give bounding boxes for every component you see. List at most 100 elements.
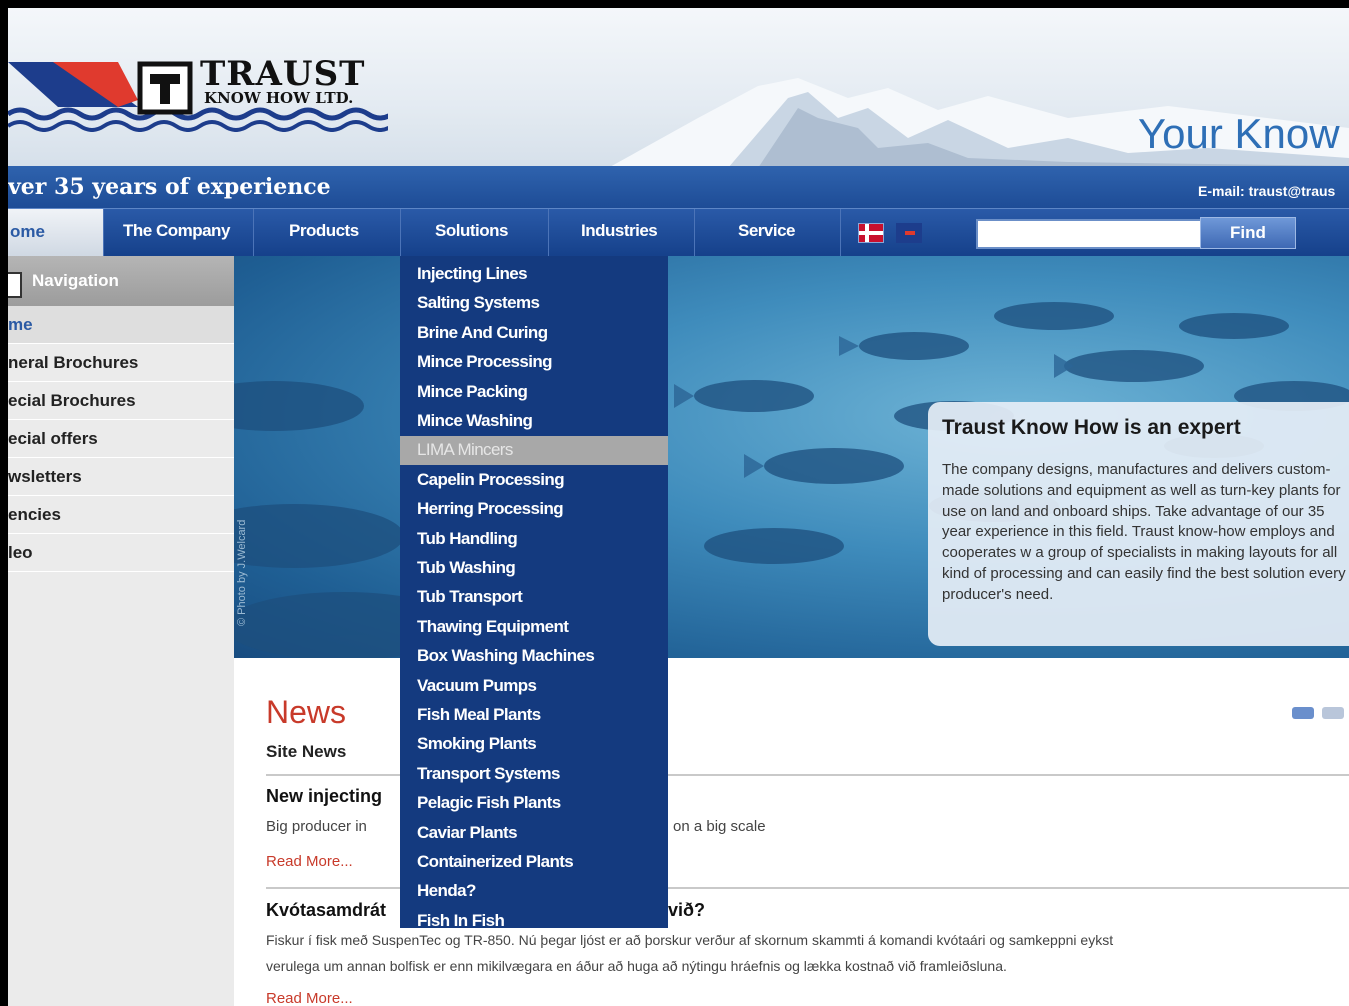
news-item-text-continued: on a big scale (673, 818, 766, 835)
sidebar-item-newsletters[interactable]: wsletters (8, 458, 234, 496)
dropdown-item-capelin-processing[interactable]: Capelin Processing (400, 466, 668, 495)
dropdown-item-fish-meal-plants[interactable]: Fish Meal Plants (400, 701, 668, 730)
document-icon (8, 272, 22, 298)
sidebar-item-special-offers[interactable]: ecial offers (8, 420, 234, 458)
nav-industries[interactable]: Industries (581, 221, 658, 241)
dropdown-item-tub-washing[interactable]: Tub Washing (400, 554, 668, 583)
dropdown-item-pelagic-fish-plants[interactable]: Pelagic Fish Plants (400, 789, 668, 818)
read-more-link[interactable]: Read More... (266, 853, 353, 870)
dropdown-item-mince-packing[interactable]: Mince Packing (400, 378, 668, 407)
nav-separator (694, 209, 695, 257)
sidebar-item-label: neral Brochures (8, 353, 139, 372)
dropdown-item-label: Henda? (417, 881, 476, 901)
find-button[interactable]: Find (1200, 217, 1296, 249)
dropdown-item-label: Transport Systems (417, 763, 560, 783)
search-input[interactable] (976, 219, 1202, 249)
dropdown-item-label: Containerized Plants (417, 852, 574, 871)
email-icon[interactable] (1322, 707, 1345, 719)
dropdown-item-smoking-plants[interactable]: Smoking Plants (400, 730, 668, 759)
dropdown-item-herring-processing[interactable]: Herring Processing (400, 495, 668, 524)
nav-home-label: ome (10, 222, 45, 241)
dropdown-item-label: Mince Packing (417, 381, 528, 401)
intro-box: Traust Know How is an expert The company… (928, 402, 1349, 646)
dropdown-item-label: Fish In Fish (417, 910, 505, 930)
experience-strip: ver 35 years of experience E-mail: traus… (8, 166, 1349, 212)
dropdown-item-injecting-lines[interactable]: Injecting Lines (400, 260, 668, 289)
dropdown-item-henda[interactable]: Henda? (400, 877, 668, 906)
dropdown-item-containerized-plants[interactable]: Containerized Plants (400, 848, 668, 877)
nav-separator (103, 209, 104, 257)
dropdown-item-box-washing-machines[interactable]: Box Washing Machines (400, 642, 668, 671)
sidebar-item-label: me (8, 315, 33, 334)
intro-title: Traust Know How is an expert (942, 416, 1241, 439)
header-tagline: Your Know (1138, 110, 1340, 157)
dropdown-item-label: Vacuum Pumps (417, 675, 537, 695)
english-flag-icon[interactable] (896, 223, 922, 243)
dropdown-item-label: Pelagic Fish Plants (417, 793, 561, 813)
dropdown-item-label: Smoking Plants (417, 734, 537, 754)
dropdown-item-label: Box Washing Machines (417, 646, 595, 666)
logo-wordmark: TRAUST (200, 54, 366, 94)
header: TRAUST KNOW HOW LTD. Your Know (8, 8, 1349, 168)
dropdown-item-label: Herring Processing (417, 499, 564, 519)
dropdown-item-tub-transport[interactable]: Tub Transport (400, 583, 668, 612)
nav-home[interactable]: ome (8, 209, 103, 257)
nav-separator (400, 209, 401, 257)
sidebar-item-label: encies (8, 505, 61, 524)
photo-credit: © Photo by J.Welcard (236, 519, 248, 626)
dropdown-item-label: Mince Washing (417, 411, 533, 430)
dropdown-item-mince-processing[interactable]: Mince Processing (400, 348, 668, 377)
dropdown-item-label: Mince Processing (417, 352, 553, 372)
dropdown-item-brine-and-curing[interactable]: Brine And Curing (400, 319, 668, 348)
nav-the-company[interactable]: The Company (123, 221, 230, 241)
sidebar-heading-label: Navigation (32, 271, 119, 290)
sidebar-item-special-brochures[interactable]: ecial Brochures (8, 382, 234, 420)
sidebar-item-label: ecial Brochures (8, 391, 136, 410)
page: TRAUST KNOW HOW LTD. Your Know ver 35 ye… (8, 8, 1349, 1006)
nav-products[interactable]: Products (289, 221, 359, 241)
news-item-title[interactable]: New injecting (266, 786, 382, 807)
sidebar-item-label: wsletters (8, 467, 82, 486)
logo-subtitle: KNOW HOW LTD. (204, 89, 354, 107)
dropdown-item-label: Tub Washing (417, 558, 516, 577)
sidebar-item-video[interactable]: leo (8, 534, 234, 572)
dropdown-item-label: Brine And Curing (417, 322, 548, 342)
dropdown-item-caviar-plants[interactable]: Caviar Plants (400, 819, 668, 848)
news-item-text: Big producer in (266, 818, 367, 835)
rss-icon[interactable] (1292, 707, 1314, 719)
dropdown-item-fish-in-fish[interactable]: Fish In Fish (400, 907, 668, 936)
dropdown-item-tub-handling[interactable]: Tub Handling (400, 525, 668, 554)
dropdown-item-vacuum-pumps[interactable]: Vacuum Pumps (400, 672, 668, 701)
dropdown-item-label: Injecting Lines (417, 264, 528, 283)
news-item-title-continued[interactable]: við? (668, 900, 705, 921)
dropdown-item-label: Tub Handling (417, 528, 518, 548)
read-more-link[interactable]: Read More... (266, 990, 353, 1006)
sidebar-item-label: leo (8, 543, 33, 562)
dropdown-item-transport-systems[interactable]: Transport Systems (400, 760, 668, 789)
sidebar-item-general-brochures[interactable]: neral Brochures (8, 344, 234, 382)
dropdown-item-thawing-equipment[interactable]: Thawing Equipment (400, 613, 668, 642)
news-item-title[interactable]: Kvótasamdrát (266, 900, 386, 921)
nav-solutions[interactable]: Solutions (435, 221, 508, 241)
dropdown-item-lima-mincers[interactable]: LIMA Mincers (400, 436, 668, 466)
sidebar-heading: Navigation (8, 256, 234, 306)
news-heading: News (266, 694, 347, 730)
icelandic-flag-icon[interactable] (858, 223, 884, 243)
nav-separator (548, 209, 549, 257)
nav-service[interactable]: Service (738, 221, 796, 241)
dropdown-item-salting-systems[interactable]: Salting Systems (400, 289, 668, 318)
dropdown-item-mince-washing[interactable]: Mince Washing (400, 407, 668, 436)
dropdown-item-label: Caviar Plants (417, 822, 518, 842)
dropdown-item-label: Thawing Equipment (417, 616, 569, 636)
sidebar-item-agencies[interactable]: encies (8, 496, 234, 534)
sidebar-item-home[interactable]: me (8, 306, 234, 344)
dropdown-item-label: Capelin Processing (417, 469, 565, 489)
nav-separator (253, 209, 254, 257)
sidebar-item-label: ecial offers (8, 429, 98, 448)
email-link[interactable]: E-mail: traust@traus (1198, 183, 1335, 199)
solutions-dropdown-menu: Injecting Lines Salting Systems Brine And … (400, 256, 668, 930)
intro-text: The company designs, manufactures and de… (942, 461, 1346, 603)
nav-separator (840, 209, 841, 257)
dropdown-item-label: Tub Transport (417, 587, 523, 607)
experience-text: ver 35 years of experience (8, 174, 331, 200)
